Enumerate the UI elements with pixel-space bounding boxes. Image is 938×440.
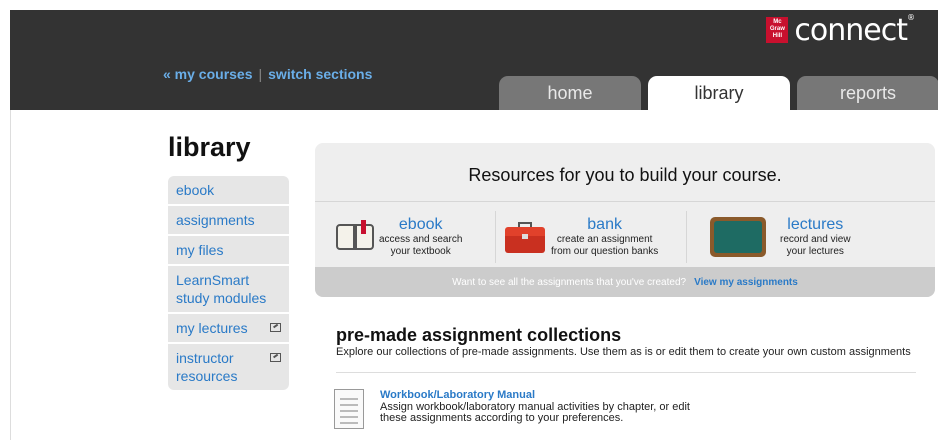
external-link-icon — [270, 353, 281, 362]
sidebar-item-label: my files — [176, 242, 224, 258]
tab-home[interactable]: home — [499, 76, 641, 110]
library-sidebar: ebook assignments my files LearnSmart st… — [168, 176, 289, 392]
link-separator: | — [258, 66, 263, 82]
divider — [336, 372, 916, 373]
resources-row: ebook access and search your textbook ba… — [315, 211, 935, 263]
brand-logo: Mc Graw Hill connect® — [766, 13, 915, 48]
resource-desc: from our question banks — [551, 246, 659, 257]
sidebar-item-assignments[interactable]: assignments — [168, 206, 289, 234]
sidebar-item-learnsmart[interactable]: LearnSmart study modules — [168, 266, 289, 312]
resource-title: ebook — [398, 216, 443, 233]
sidebar-item-label: instructor resources — [176, 350, 238, 384]
toolbox-icon — [503, 220, 547, 254]
main-content: library ebook assignments my files Learn… — [10, 110, 938, 440]
sidebar-item-label: assignments — [176, 212, 255, 228]
resources-panel: Resources for you to build your course. … — [315, 143, 935, 297]
sidebar-item-my-files[interactable]: my files — [168, 236, 289, 264]
chalkboard-icon — [710, 217, 766, 257]
document-icon — [334, 389, 364, 429]
resources-footer: Want to see all the assignments that you… — [315, 267, 935, 297]
divider — [315, 201, 935, 202]
switch-sections-link[interactable]: switch sections — [268, 66, 372, 82]
resource-ebook[interactable]: ebook access and search your textbook — [315, 211, 495, 263]
resource-title: bank — [587, 216, 622, 233]
sidebar-item-label: my lectures — [176, 320, 248, 336]
mcgraw-hill-logo: Mc Graw Hill — [766, 17, 789, 43]
resource-desc: access and search — [379, 234, 463, 245]
sidebar-item-ebook[interactable]: ebook — [168, 176, 289, 204]
resource-title: lectures — [787, 216, 844, 233]
resource-lectures[interactable]: lectures record and view your lectures — [686, 211, 886, 263]
resources-heading: Resources for you to build your course. — [468, 165, 782, 185]
header-bar: Mc Graw Hill connect® « my courses | switch … — [10, 10, 938, 110]
sidebar-item-instructor-resources[interactable]: instructor resources — [168, 344, 289, 390]
main-tabs: home library reports — [499, 76, 938, 110]
connect-wordmark: connect® — [794, 12, 915, 48]
tab-library[interactable]: library — [648, 76, 790, 110]
footer-prompt: Want to see all the assignments that you… — [452, 276, 687, 288]
resource-desc: record and view — [780, 234, 851, 245]
premade-heading: pre-made assignment collections — [336, 325, 622, 345]
collection-item: Workbook/Laboratory Manual Assign workbo… — [334, 389, 690, 429]
sidebar-item-my-lectures[interactable]: my lectures — [168, 314, 289, 342]
sidebar-item-label: ebook — [176, 182, 215, 198]
resource-desc: your textbook — [390, 246, 451, 257]
premade-description: Explore our collections of pre-made assi… — [336, 346, 911, 358]
tab-reports[interactable]: reports — [797, 76, 938, 110]
resource-bank[interactable]: bank create an assignment from our quest… — [495, 211, 686, 263]
premade-collections: pre-made assignment collections Explore … — [336, 325, 916, 373]
resource-desc: your lectures — [786, 246, 844, 257]
page-title: library — [168, 132, 251, 162]
my-courses-link[interactable]: « my courses — [163, 66, 253, 82]
resource-desc: create an assignment — [556, 234, 653, 245]
book-icon — [335, 220, 375, 254]
course-links: « my courses | switch sections — [163, 66, 372, 82]
collection-desc: these assignments according to your pref… — [380, 412, 624, 424]
external-link-icon — [270, 323, 281, 332]
sidebar-item-label: LearnSmart study modules — [176, 272, 267, 306]
view-my-assignments-link[interactable]: View my assignments — [694, 277, 798, 288]
